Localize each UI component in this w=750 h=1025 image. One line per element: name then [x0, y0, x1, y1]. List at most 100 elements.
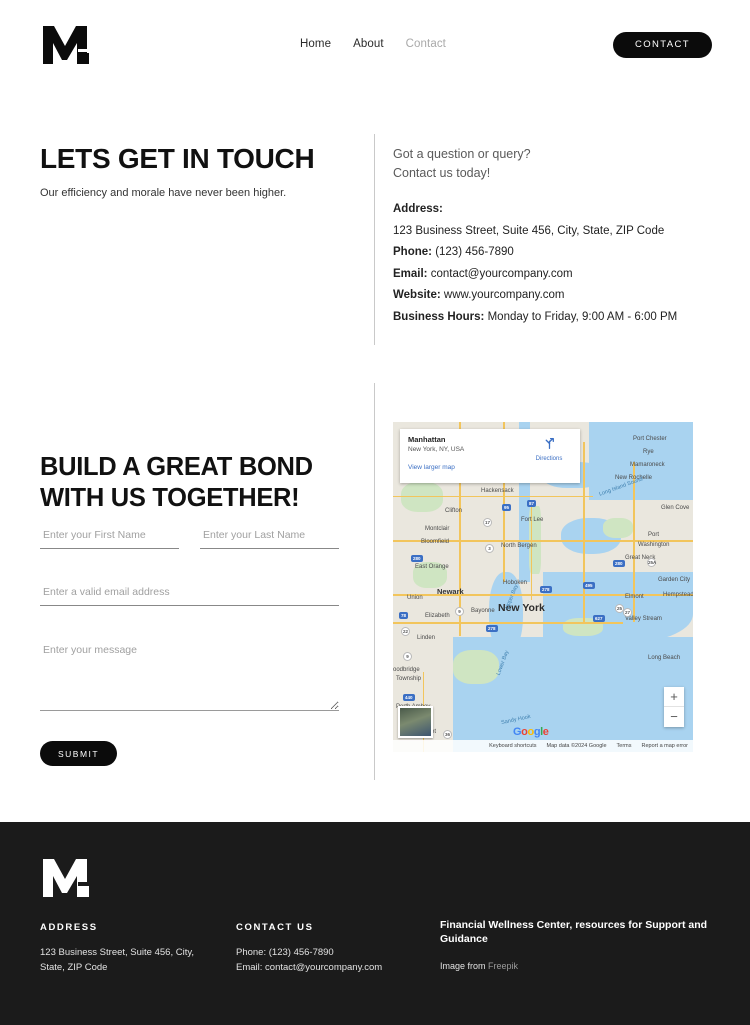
email-label: Email: — [393, 267, 428, 280]
map-city-label: Mamaroneck — [630, 462, 665, 468]
footer-logo-m-icon — [41, 859, 91, 903]
main-nav: Home About Contact — [300, 38, 446, 50]
contact-info-block: Got a question or query? Contact us toda… — [393, 145, 713, 328]
site-logo[interactable] — [41, 24, 91, 66]
footer-logo[interactable] — [41, 857, 91, 904]
map-report-error-link[interactable]: Report a map error — [637, 743, 693, 749]
map-park-d — [453, 650, 499, 684]
map-info-card[interactable]: Manhattan New York, NY, USA View larger … — [400, 429, 580, 483]
header-contact-button[interactable]: CONTACT — [612, 32, 712, 58]
contact-lead-line-1: Got a question or query? — [393, 147, 531, 161]
map-route-shield: 280 — [613, 560, 625, 567]
footer-phone[interactable]: Phone: (123) 456-7890 — [236, 945, 426, 960]
map-city-label: Township — [396, 676, 422, 682]
map-water-sound — [589, 422, 693, 500]
form-title-line-2: WITH US TOGETHER! — [40, 484, 300, 512]
nav-item-home[interactable]: Home — [300, 38, 331, 50]
map-zoom-controls[interactable]: + − — [664, 687, 684, 727]
hours-value: Monday to Friday, 9:00 AM - 6:00 PM — [487, 310, 678, 323]
map-zoom-out-button[interactable]: − — [664, 707, 684, 727]
map-route-shield: 95 — [502, 504, 512, 511]
footer-contact-lines: Phone: (123) 456-7890 Email: contact@you… — [236, 945, 426, 975]
map-route-shield: 17 — [483, 518, 492, 527]
page-subtitle: Our efficiency and morale have never bee… — [40, 187, 287, 199]
footer-email[interactable]: Email: contact@yourcompany.com — [236, 960, 426, 975]
map-route-shield: 280 — [411, 555, 423, 562]
directions-label: Directions — [535, 456, 563, 462]
map-city-label: Long Beach — [648, 655, 681, 661]
map-city-label: Rye — [643, 449, 654, 455]
map-city-label: Hempstead — [663, 592, 693, 598]
map-route-shield: 440 — [403, 694, 415, 701]
map-route-shield: 36 — [443, 730, 452, 739]
map-city-label: Montclair — [425, 526, 450, 532]
email-row: Email: contact@yourcompany.com — [393, 264, 713, 286]
phone-label: Phone: — [393, 246, 432, 258]
map-data-attribution: Map data ©2024 Google — [546, 743, 607, 749]
address-label-row: Address: — [393, 199, 713, 221]
first-name-input[interactable] — [40, 525, 179, 549]
map-city-label: North Bergen — [501, 543, 537, 549]
map-city-label: Fort Lee — [521, 517, 544, 523]
map-city-label: East Orange — [415, 564, 449, 570]
last-name-input[interactable] — [200, 525, 339, 549]
map-city-label: Elmont — [625, 594, 644, 600]
map-directions-button[interactable]: Directions — [525, 437, 573, 462]
map-city-label: Clifton — [445, 508, 463, 514]
map-terms-link[interactable]: Terms — [612, 743, 637, 749]
map-city-label: Elizabeth — [425, 613, 450, 619]
map-city-label: Bloomfield — [421, 539, 450, 545]
map-route-shield: 495 — [583, 582, 595, 589]
hours-row: Business Hours: Monday to Friday, 9:00 A… — [393, 307, 713, 329]
map-route-shield: 278 — [486, 625, 498, 632]
message-textarea[interactable] — [40, 639, 339, 711]
map-route-shield: 25 — [615, 604, 624, 613]
google-letter-e: e — [542, 726, 549, 738]
footer-tagline-column: Financial Wellness Center, resources for… — [440, 918, 715, 971]
website-value[interactable]: www.yourcompany.com — [444, 289, 565, 301]
footer-credit-link[interactable]: Freepik — [488, 961, 518, 971]
map-keyboard-shortcuts-link[interactable]: Keyboard shortcuts — [484, 743, 541, 749]
hours-label: Business Hours: — [393, 310, 485, 323]
website-row: Website: www.yourcompany.com — [393, 285, 713, 307]
site-footer: ADDRESS 123 Business Street, Suite 456, … — [0, 822, 750, 1025]
google-watermark: Google — [513, 726, 549, 738]
contact-page: Home About Contact CONTACT LETS GET IN T… — [0, 0, 750, 1025]
section-divider-bottom — [374, 383, 375, 780]
footer-tagline: Financial Wellness Center, resources for… — [440, 919, 708, 945]
view-larger-map-link[interactable]: View larger map — [408, 464, 572, 471]
map-park-c — [603, 518, 633, 538]
map-route-shield: 278 — [540, 586, 552, 593]
map-city-label: Washington — [638, 542, 670, 548]
nav-item-about[interactable]: About — [353, 38, 384, 50]
page-title: LETS GET IN TOUCH — [40, 143, 315, 174]
footer-contact-heading: CONTACT US — [236, 922, 314, 933]
footer-contact-column: CONTACT US Phone: (123) 456-7890 Email: … — [236, 922, 426, 975]
map-route-shield: 3 — [485, 544, 494, 553]
phone-row: Phone: (123) 456-7890 — [393, 242, 713, 264]
map-zoom-in-button[interactable]: + — [664, 687, 684, 707]
map-route-shield: 22 — [401, 627, 410, 636]
footer-address-column: ADDRESS 123 Business Street, Suite 456, … — [40, 922, 215, 975]
map-route-shield: 9 — [455, 607, 464, 616]
email-input[interactable] — [40, 582, 339, 606]
phone-value[interactable]: (123) 456-7890 — [435, 246, 514, 258]
map-city-label: Bayonne — [471, 608, 495, 614]
map-streetview-thumbnail[interactable] — [398, 706, 433, 738]
map-route-shield: 25A — [647, 558, 657, 567]
form-title: BUILD A GREAT BOND WITH US TOGETHER! — [40, 452, 360, 514]
google-map-embed[interactable]: Hackensack Clifton Fort Lee Port Chester Rye… — [393, 422, 693, 752]
nav-item-contact[interactable]: Contact — [406, 38, 446, 50]
map-city-label: Valley Stream — [625, 616, 662, 622]
website-label: Website: — [393, 289, 441, 301]
map-city-label: Port Chester — [633, 436, 667, 442]
address-value-row: 123 Business Street, Suite 456, City, St… — [393, 221, 713, 243]
map-city-label: Union — [407, 595, 423, 601]
map-city-label: Hackensack — [481, 488, 514, 494]
logo-m-icon — [41, 24, 91, 66]
map-road-3 — [393, 622, 623, 624]
section-divider-top — [374, 134, 375, 345]
submit-button[interactable]: SUBMIT — [40, 741, 118, 766]
contact-form: SUBMIT — [40, 525, 340, 766]
email-value[interactable]: contact@yourcompany.com — [431, 268, 573, 280]
